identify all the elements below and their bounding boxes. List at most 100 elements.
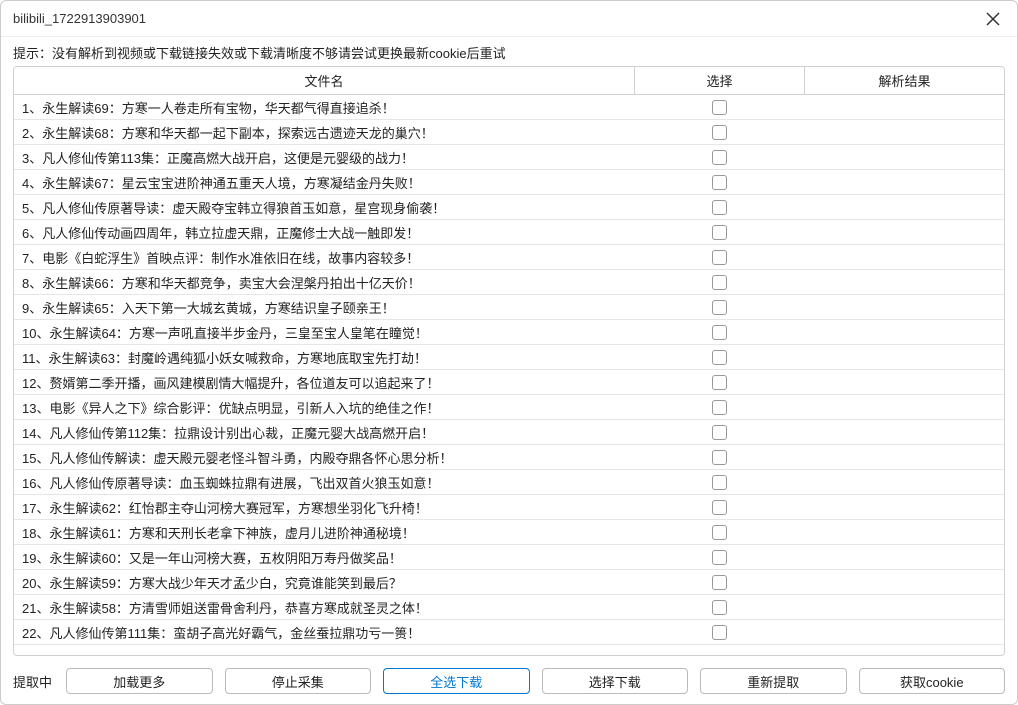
table-row: 5、凡人修仙传原著导读：虚天殿夺宝韩立得狼首玉如意，星宫现身偷袭！ — [14, 195, 1004, 220]
row-checkbox[interactable] — [712, 400, 727, 415]
table-body[interactable]: 1、永生解读69：方寒一人卷走所有宝物，华天都气得直接追杀！ 2、永生解读68：方… — [14, 95, 1004, 655]
cell-filename: 19、永生解读60：又是一年山河榜大赛，五枚阴阳万寿丹做奖品！ — [14, 548, 634, 567]
cell-filename: 11、永生解读63：封魔岭遇纯狐小妖女喊救命，方寒地底取宝先打劫！ — [14, 348, 634, 367]
table-row: 15、凡人修仙传解读：虚天殿元婴老怪斗智斗勇，内殿夺鼎各怀心思分析！ — [14, 445, 1004, 470]
cell-filename: 7、电影《白蛇浮生》首映点评：制作水准依旧在线，故事内容较多！ — [14, 248, 634, 267]
row-checkbox[interactable] — [712, 250, 727, 265]
table-row: 3、凡人修仙传第113集：正魔高燃大战开启，这便是元婴级的战力！ — [14, 145, 1004, 170]
cell-filename: 13、电影《异人之下》综合影评：优缺点明显，引新人入坑的绝佳之作！ — [14, 398, 634, 417]
row-checkbox[interactable] — [712, 500, 727, 515]
row-checkbox[interactable] — [712, 125, 727, 140]
cell-select — [634, 350, 804, 365]
cell-filename: 22、凡人修仙传第111集：蛮胡子高光好霸气，金丝蚕拉鼎功亏一篑！ — [14, 623, 634, 642]
row-checkbox[interactable] — [712, 425, 727, 440]
header-filename: 文件名 — [14, 71, 634, 90]
row-checkbox[interactable] — [712, 325, 727, 340]
cell-select — [634, 300, 804, 315]
table-row: 7、电影《白蛇浮生》首映点评：制作水准依旧在线，故事内容较多！ — [14, 245, 1004, 270]
cell-select — [634, 325, 804, 340]
table-row: 17、永生解读62：红怡郡主夺山河榜大赛冠军，方寒想坐羽化飞升椅！ — [14, 495, 1004, 520]
cell-filename: 20、永生解读59：方寒大战少年天才孟少白，究竟谁能笑到最后？ — [14, 573, 634, 592]
row-checkbox[interactable] — [712, 475, 727, 490]
row-checkbox[interactable] — [712, 575, 727, 590]
status-text: 提取中 — [13, 672, 52, 691]
cell-select — [634, 175, 804, 190]
cell-select — [634, 625, 804, 640]
cell-select — [634, 600, 804, 615]
cell-filename: 17、永生解读62：红怡郡主夺山河榜大赛冠军，方寒想坐羽化飞升椅！ — [14, 498, 634, 517]
cell-filename: 15、凡人修仙传解读：虚天殿元婴老怪斗智斗勇，内殿夺鼎各怀心思分析！ — [14, 448, 634, 467]
row-checkbox[interactable] — [712, 100, 727, 115]
cell-select — [634, 275, 804, 290]
cell-filename: 8、永生解读66：方寒和华天都竞争，卖宝大会涅槃丹拍出十亿天价！ — [14, 273, 634, 292]
select-all-download-button[interactable]: 全选下载 — [383, 668, 530, 694]
table-row: 22、凡人修仙传第111集：蛮胡子高光好霸气，金丝蚕拉鼎功亏一篑！ — [14, 620, 1004, 645]
table-row: 14、凡人修仙传第112集：拉鼎设计别出心裁，正魔元婴大战高燃开启！ — [14, 420, 1004, 445]
row-checkbox[interactable] — [712, 225, 727, 240]
table-row: 1、永生解读69：方寒一人卷走所有宝物，华天都气得直接追杀！ — [14, 95, 1004, 120]
table-row: 18、永生解读61：方寒和天刑长老拿下神族，虚月儿进阶神通秘境！ — [14, 520, 1004, 545]
cell-filename: 18、永生解读61：方寒和天刑长老拿下神族，虚月儿进阶神通秘境！ — [14, 523, 634, 542]
cell-select — [634, 525, 804, 540]
cell-filename: 14、凡人修仙传第112集：拉鼎设计别出心裁，正魔元婴大战高燃开启！ — [14, 423, 634, 442]
table-header: 文件名 选择 解析结果 — [14, 67, 1004, 95]
table-row: 6、凡人修仙传动画四周年，韩立拉虚天鼎，正魔修士大战一触即发！ — [14, 220, 1004, 245]
close-icon[interactable] — [981, 7, 1005, 31]
row-checkbox[interactable] — [712, 600, 727, 615]
row-checkbox[interactable] — [712, 275, 727, 290]
dialog-window: bilibili_1722913903901 提示：没有解析到视频或下载链接失效… — [0, 0, 1018, 705]
table-row: 16、凡人修仙传原著导读：血玉蜘蛛拉鼎有进展，飞出双首火狼玉如意！ — [14, 470, 1004, 495]
cell-select — [634, 575, 804, 590]
row-checkbox[interactable] — [712, 200, 727, 215]
table-row: 21、永生解读58：方清雪师姐送雷骨舍利丹，恭喜方寒成就圣灵之体！ — [14, 595, 1004, 620]
cell-filename: 6、凡人修仙传动画四周年，韩立拉虚天鼎，正魔修士大战一触即发！ — [14, 223, 634, 242]
table-row: 10、永生解读64：方寒一声吼直接半步金丹，三皇至宝人皇笔在瞳觉！ — [14, 320, 1004, 345]
cell-filename: 4、永生解读67：星云宝宝进阶神通五重天人境，方寒凝结金丹失败！ — [14, 173, 634, 192]
table-row: 2、永生解读68：方寒和华天都一起下副本，探索远古遗迹天龙的巢穴！ — [14, 120, 1004, 145]
table-row: 12、赘婿第二季开播，画风建模剧情大幅提升，各位道友可以追起来了！ — [14, 370, 1004, 395]
table-row: 8、永生解读66：方寒和华天都竞争，卖宝大会涅槃丹拍出十亿天价！ — [14, 270, 1004, 295]
cell-select — [634, 125, 804, 140]
row-checkbox[interactable] — [712, 150, 727, 165]
file-table: 文件名 选择 解析结果 1、永生解读69：方寒一人卷走所有宝物，华天都气得直接追… — [13, 66, 1005, 656]
row-checkbox[interactable] — [712, 525, 727, 540]
select-download-button[interactable]: 选择下载 — [542, 668, 689, 694]
table-row: 4、永生解读67：星云宝宝进阶神通五重天人境，方寒凝结金丹失败！ — [14, 170, 1004, 195]
row-checkbox[interactable] — [712, 300, 727, 315]
cell-select — [634, 550, 804, 565]
cell-filename: 9、永生解读65：入天下第一大城玄黄城，方寒结识皇子颐亲王！ — [14, 298, 634, 317]
stop-collect-button[interactable]: 停止采集 — [225, 668, 372, 694]
cell-select — [634, 425, 804, 440]
row-checkbox[interactable] — [712, 175, 727, 190]
cell-filename: 1、永生解读69：方寒一人卷走所有宝物，华天都气得直接追杀！ — [14, 98, 634, 117]
cell-select — [634, 400, 804, 415]
get-cookie-button[interactable]: 获取cookie — [859, 668, 1006, 694]
row-checkbox[interactable] — [712, 450, 727, 465]
titlebar: bilibili_1722913903901 — [1, 1, 1017, 37]
header-select: 选择 — [634, 67, 804, 94]
load-more-button[interactable]: 加载更多 — [66, 668, 213, 694]
cell-select — [634, 375, 804, 390]
cell-filename: 3、凡人修仙传第113集：正魔高燃大战开启，这便是元婴级的战力！ — [14, 148, 634, 167]
cell-filename: 12、赘婿第二季开播，画风建模剧情大幅提升，各位道友可以追起来了！ — [14, 373, 634, 392]
cell-filename: 21、永生解读58：方清雪师姐送雷骨舍利丹，恭喜方寒成就圣灵之体！ — [14, 598, 634, 617]
table-row: 19、永生解读60：又是一年山河榜大赛，五枚阴阳万寿丹做奖品！ — [14, 545, 1004, 570]
hint-text: 提示：没有解析到视频或下载链接失效或下载清晰度不够请尝试更换最新cookie后重… — [1, 37, 1017, 66]
cell-filename: 2、永生解读68：方寒和华天都一起下副本，探索远古遗迹天龙的巢穴！ — [14, 123, 634, 142]
header-result: 解析结果 — [804, 67, 1004, 94]
row-checkbox[interactable] — [712, 350, 727, 365]
cell-filename: 10、永生解读64：方寒一声吼直接半步金丹，三皇至宝人皇笔在瞳觉！ — [14, 323, 634, 342]
cell-select — [634, 500, 804, 515]
row-checkbox[interactable] — [712, 550, 727, 565]
cell-select — [634, 450, 804, 465]
cell-select — [634, 200, 804, 215]
row-checkbox[interactable] — [712, 375, 727, 390]
row-checkbox[interactable] — [712, 625, 727, 640]
footer-bar: 提取中 加载更多 停止采集 全选下载 选择下载 重新提取 获取cookie — [1, 666, 1017, 704]
cell-filename: 5、凡人修仙传原著导读：虚天殿夺宝韩立得狼首玉如意，星宫现身偷袭！ — [14, 198, 634, 217]
re-extract-button[interactable]: 重新提取 — [700, 668, 847, 694]
cell-select — [634, 475, 804, 490]
cell-select — [634, 150, 804, 165]
table-row: 20、永生解读59：方寒大战少年天才孟少白，究竟谁能笑到最后？ — [14, 570, 1004, 595]
table-row: 13、电影《异人之下》综合影评：优缺点明显，引新人入坑的绝佳之作！ — [14, 395, 1004, 420]
